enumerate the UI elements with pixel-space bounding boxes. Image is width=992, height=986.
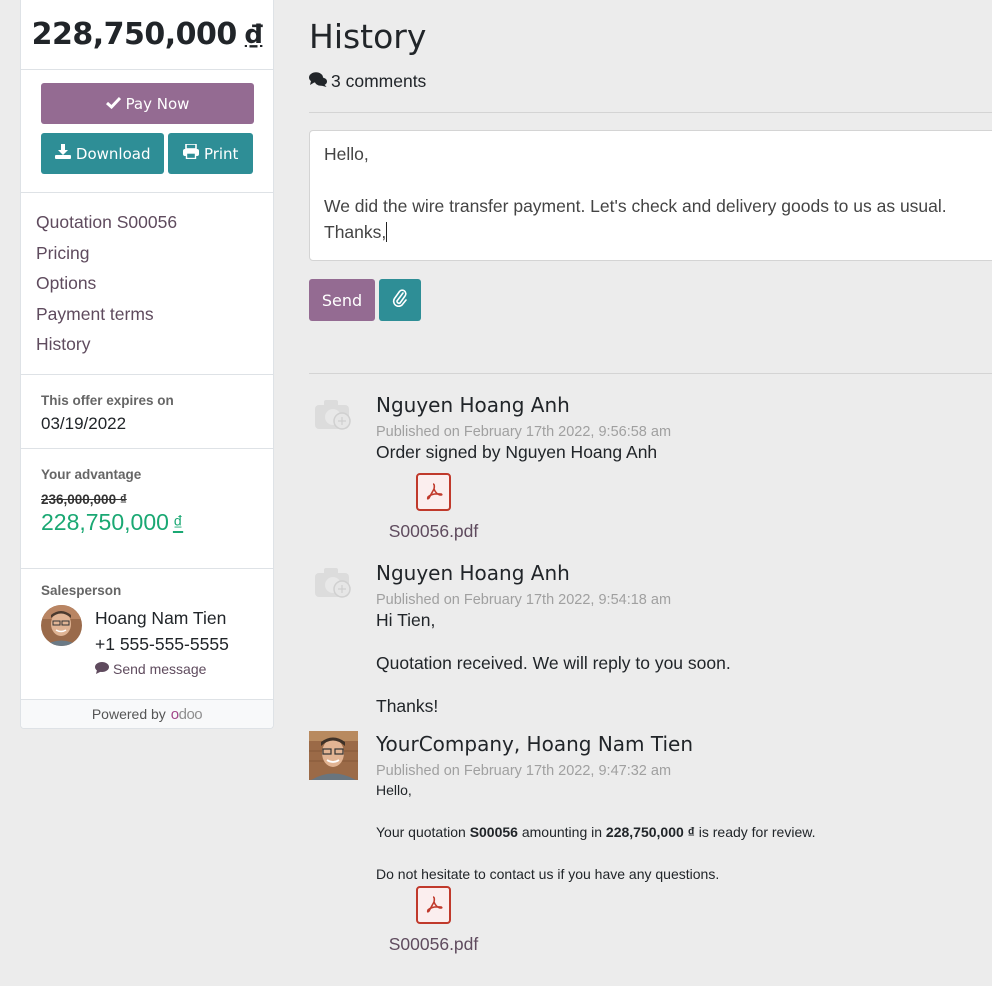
quotation-sidebar: 228,750,000 ₫ Pay Now Download Print Quo…: [20, 0, 274, 729]
print-icon: [182, 143, 199, 163]
text-caret: [386, 222, 388, 242]
message-date: Published on February 17th 2022, 9:47:32…: [376, 763, 672, 779]
nav-options[interactable]: Options: [36, 268, 258, 299]
check-icon: [105, 95, 121, 113]
quotation-reference: S00056: [469, 824, 518, 840]
placeholder-avatar-icon: [309, 560, 358, 609]
powered-by-footer: Powered by odoo: [21, 699, 273, 728]
send-button[interactable]: Send: [309, 279, 375, 321]
pay-now-button[interactable]: Pay Now: [41, 83, 254, 124]
currency-symbol: ₫: [244, 19, 263, 50]
total-amount: 228,750,000: [31, 17, 238, 52]
nav-pricing[interactable]: Pricing: [36, 238, 258, 269]
attachment[interactable]: S00056.pdf: [376, 886, 491, 955]
new-price: 228,750,000 ₫: [41, 509, 253, 536]
message-input-value: Hello, We did the wire transfer payment.…: [324, 144, 947, 242]
attachment-name: S00056.pdf: [388, 521, 479, 541]
quotation-total: 228,750,000 ₫: [21, 0, 273, 70]
message-body: Order signed by Nguyen Hoang Anh: [376, 442, 658, 462]
divider: [309, 112, 992, 113]
pdf-icon: [416, 886, 451, 924]
divider: [309, 373, 992, 374]
salesperson-avatar: [41, 604, 82, 646]
message-text: Your quotation: [376, 824, 470, 840]
quotation-amount: 228,750,000 ₫: [605, 824, 695, 840]
old-price: 236,000,000 ₫: [41, 491, 127, 507]
message-text: amounting in: [517, 824, 606, 840]
message-date: Published on February 17th 2022, 9:56:58…: [376, 424, 672, 440]
comments-icon: [309, 71, 327, 92]
message-line: Quotation received. We will reply to you…: [376, 653, 731, 673]
placeholder-avatar-icon: [309, 392, 358, 441]
advantage-section: Your advantage 236,000,000 ₫ 228,750,000…: [21, 449, 273, 569]
expiry-date: 03/19/2022: [41, 413, 127, 433]
message-author: Nguyen Hoang Anh: [376, 561, 570, 585]
expiry-label: This offer expires on: [41, 392, 174, 408]
send-message-link[interactable]: Send message: [95, 661, 229, 677]
salesperson-name: Hoang Nam Tien: [95, 607, 227, 628]
download-button[interactable]: Download: [41, 133, 165, 174]
nav-quotation[interactable]: Quotation S00056: [36, 207, 258, 238]
pay-now-label: Pay Now: [125, 94, 190, 113]
message-author: Nguyen Hoang Anh: [376, 393, 570, 417]
attachment-name: S00056.pdf: [388, 934, 479, 954]
send-message-label: Send message: [113, 660, 207, 677]
download-icon: [54, 144, 71, 163]
odoo-logo[interactable]: odoo: [171, 706, 203, 723]
message-line: Hello,: [376, 782, 412, 798]
message-line: Your quotation S00056 amounting in 228,7…: [376, 824, 815, 840]
nav-history[interactable]: History: [36, 329, 258, 360]
offer-expiry: This offer expires on 03/19/2022: [21, 375, 273, 449]
new-price-currency: ₫: [172, 512, 184, 535]
message-input[interactable]: Hello, We did the wire transfer payment.…: [309, 130, 992, 261]
message-text: is ready for review.: [694, 824, 816, 840]
salesperson-label: Salesperson: [41, 582, 122, 598]
download-label: Download: [75, 144, 151, 163]
attachment[interactable]: S00056.pdf: [376, 473, 491, 542]
new-price-amount: 228,750,000: [41, 508, 169, 535]
message-line: Thanks!: [376, 696, 439, 716]
comments-label: 3 comments: [331, 71, 427, 91]
message-body: Hi Tien, Quotation received. We will rep…: [376, 610, 731, 717]
quotation-nav: Quotation S00056 Pricing Options Payment…: [21, 193, 273, 375]
page-title: History: [309, 17, 427, 56]
attach-button[interactable]: [379, 279, 421, 321]
powered-by-label: Powered by: [91, 706, 166, 722]
salesperson-section: Salesperson Hoang Nam Tien +1 555-555-55…: [21, 569, 273, 698]
nav-payment-terms[interactable]: Payment terms: [36, 299, 258, 330]
message-body: Hello, Your quotation S00056 amounting i…: [376, 782, 815, 882]
comment-icon: [95, 661, 109, 677]
advantage-label: Your advantage: [41, 466, 142, 482]
pdf-icon: [416, 473, 451, 511]
message-author: YourCompany, Hoang Nam Tien: [376, 732, 694, 756]
print-button[interactable]: Print: [168, 133, 253, 174]
salesperson-phone: +1 555-555-5555: [95, 633, 229, 654]
action-buttons: Pay Now Download Print: [21, 70, 273, 193]
print-label: Print: [203, 144, 239, 163]
message-date: Published on February 17th 2022, 9:54:18…: [376, 592, 672, 608]
author-avatar: [309, 731, 358, 780]
comments-count: 3 comments: [309, 71, 426, 92]
message-line: Hi Tien,: [376, 610, 436, 630]
message-line: Do not hesitate to contact us if you hav…: [376, 866, 720, 882]
composer-actions: Send: [309, 279, 421, 321]
paperclip-icon: [392, 289, 408, 311]
